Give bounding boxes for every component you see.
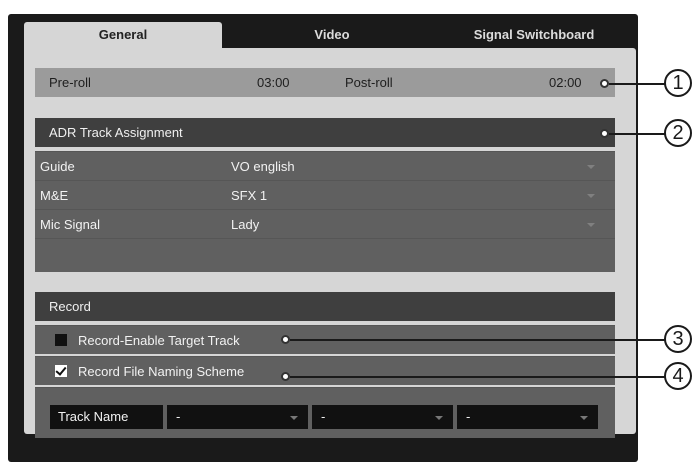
callout-number: 1	[664, 69, 692, 97]
callout-anchor	[600, 79, 609, 88]
chevron-down-icon[interactable]	[587, 194, 595, 198]
chevron-down-icon[interactable]	[290, 416, 298, 420]
adr-header-label: ADR Track Assignment	[49, 125, 183, 140]
record-enable-target-label: Record-Enable Target Track	[78, 333, 240, 348]
adr-header: ADR Track Assignment	[35, 118, 615, 147]
track-name-label: Track Name	[50, 405, 163, 429]
adr-row-me[interactable]: M&E SFX 1	[35, 180, 615, 209]
adr-row-value: SFX 1	[231, 188, 268, 203]
preroll-label: Pre-roll	[49, 75, 91, 90]
postroll-label: Post-roll	[345, 75, 393, 90]
naming-field-value: -	[176, 409, 181, 424]
adr-row-mic-signal[interactable]: Mic Signal Lady	[35, 209, 615, 238]
adr-row-label: Guide	[40, 159, 75, 174]
naming-field-value: -	[321, 409, 326, 424]
record-naming-scheme-label: Record File Naming Scheme	[78, 364, 245, 379]
preroll-row: Pre-roll 03:00 Post-roll 02:00	[35, 68, 615, 97]
adr-empty-row	[35, 238, 615, 272]
callout-number: 2	[664, 119, 692, 147]
callout-line	[290, 339, 665, 341]
naming-field-dropdown[interactable]: -	[167, 405, 308, 429]
adr-row-value: VO english	[231, 159, 295, 174]
postroll-value[interactable]: 02:00	[549, 68, 582, 97]
callout-anchor	[281, 335, 290, 344]
callout-line	[609, 133, 665, 135]
tab-video[interactable]: Video	[232, 22, 432, 48]
chevron-down-icon[interactable]	[580, 416, 588, 420]
naming-field-dropdown[interactable]: -	[457, 405, 598, 429]
adr-row-value: Lady	[231, 217, 260, 232]
adr-row-label: M&E	[40, 188, 69, 203]
callout-number: 3	[664, 325, 692, 353]
tab-general[interactable]: General	[24, 22, 222, 48]
record-naming-scheme-checkbox[interactable]	[55, 365, 67, 377]
chevron-down-icon[interactable]	[587, 223, 595, 227]
callout-anchor	[600, 129, 609, 138]
record-header: Record	[35, 292, 615, 321]
callout-line	[609, 83, 665, 85]
naming-field-value: -	[466, 409, 471, 424]
preroll-value[interactable]: 03:00	[257, 68, 290, 97]
record-header-label: Record	[49, 299, 91, 314]
naming-field-dropdown[interactable]: -	[312, 405, 453, 429]
adr-row-label: Mic Signal	[40, 217, 100, 232]
chevron-down-icon[interactable]	[435, 416, 443, 420]
callout-number: 4	[664, 362, 692, 390]
tab-signal-switchboard[interactable]: Signal Switchboard	[436, 22, 632, 48]
callout-line	[290, 376, 665, 378]
callout-anchor	[281, 372, 290, 381]
record-enable-target-checkbox[interactable]	[55, 334, 67, 346]
record-naming-scheme-row[interactable]: Record File Naming Scheme	[35, 356, 615, 385]
chevron-down-icon[interactable]	[587, 165, 595, 169]
adr-row-guide[interactable]: Guide VO english	[35, 151, 615, 180]
